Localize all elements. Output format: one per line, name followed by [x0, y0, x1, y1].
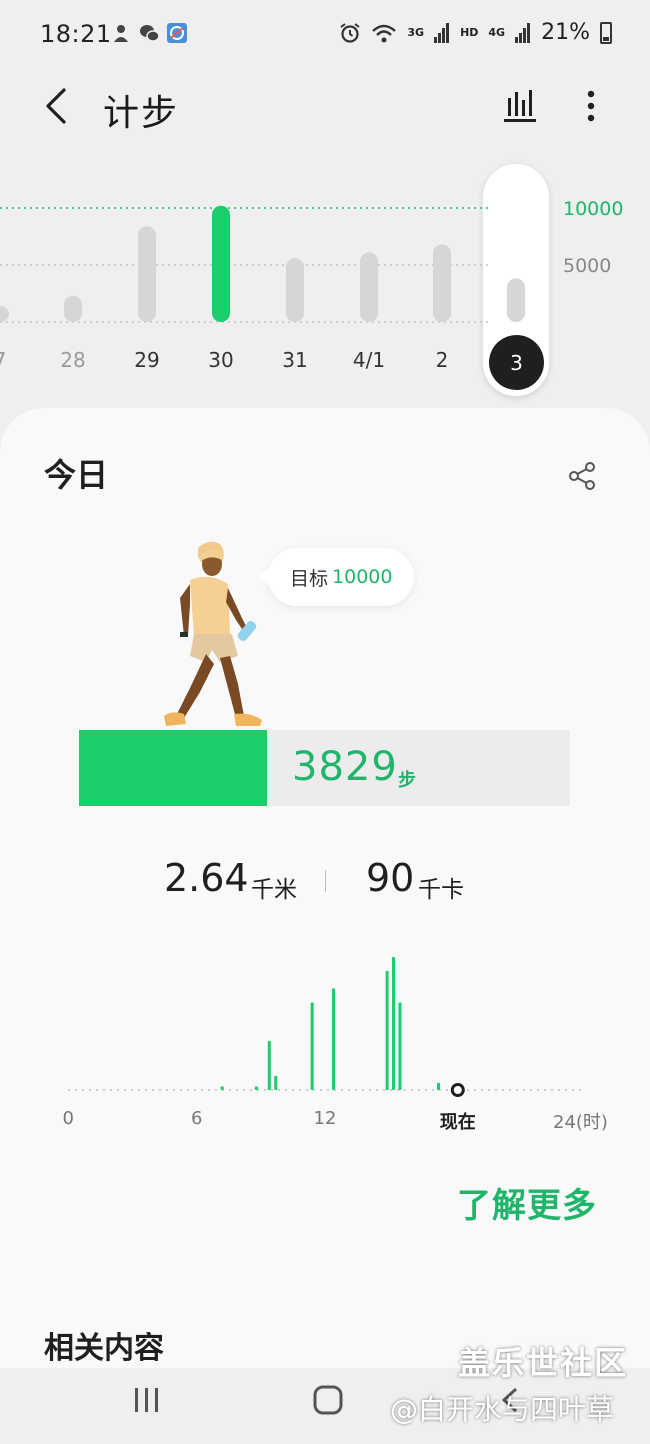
day-label-5[interactable]: 4/1	[339, 348, 399, 372]
selected-day-button[interactable]: 3	[489, 335, 544, 390]
goal-bubble: 目标 10000	[257, 548, 415, 606]
calories-value: 90	[366, 856, 415, 900]
today-stats: 2.64 千米 90 千卡	[0, 850, 650, 910]
week-bar-7	[507, 278, 525, 322]
status-bar: 18:21 3G HD 4G 21%	[0, 0, 650, 70]
hourly-bar-1	[254, 1086, 258, 1090]
alarm-icon	[340, 22, 360, 43]
goal-label: 目标	[290, 567, 329, 590]
day-label-6[interactable]: 2	[412, 348, 472, 372]
battery-percent: 21%	[541, 20, 590, 45]
watermark-community: 盖乐世社区	[458, 1344, 629, 1382]
hourly-bar-0	[220, 1086, 224, 1090]
wechat-icon	[140, 25, 160, 42]
page-title: 计步	[103, 93, 180, 134]
hourly-bar-9	[437, 1083, 441, 1090]
hour-label-2: 12	[313, 1108, 337, 1129]
goal-axis-label: 10000	[563, 198, 624, 220]
hour-label-4: 24(时)	[553, 1112, 608, 1133]
bar-chart-icon[interactable]	[500, 86, 540, 126]
hourly-bars	[68, 957, 582, 1097]
distance-value: 2.64	[164, 856, 249, 900]
status-right: 3G HD 4G 21%	[339, 20, 612, 45]
weekly-steps-chart: 10000 5000 7 28 29 30 31 4/1 2 3	[0, 160, 650, 410]
share-icon[interactable]	[566, 460, 598, 492]
battery-icon	[600, 21, 612, 44]
hourly-bar-4	[310, 1002, 314, 1090]
hour-label-1: 6	[191, 1108, 203, 1129]
now-marker	[450, 1083, 465, 1097]
home-icon[interactable]	[312, 1384, 344, 1416]
week-bar-5	[360, 252, 378, 322]
hourly-steps-chart: 0 6 12 现在 24(时)	[0, 938, 650, 1178]
day-label-1[interactable]: 28	[43, 348, 103, 372]
hourly-bar-3	[274, 1076, 278, 1090]
signal-icon	[434, 22, 450, 43]
watermark-author: @白开水与四叶草	[390, 1393, 615, 1426]
goal-value: 10000	[332, 566, 393, 588]
steps-unit: 步	[398, 770, 416, 791]
day-label-3[interactable]: 30	[191, 348, 251, 372]
weekly-bars	[0, 205, 525, 323]
hour-label-3: 现在	[439, 1112, 476, 1133]
today-card: 今日 目标 10000 3829 步 2.64 千米 90 千卡 0 6 12 现在 2…	[0, 408, 650, 1368]
hourly-bar-6	[385, 971, 389, 1090]
signal-icon-2	[515, 22, 531, 43]
stats-divider	[325, 870, 326, 892]
week-bar-4	[286, 258, 304, 322]
recent-apps-icon[interactable]	[132, 1386, 162, 1414]
calories-unit: 千卡	[418, 877, 464, 903]
steps-progress-fill	[79, 730, 267, 806]
app-notification-icon	[114, 25, 128, 42]
hour-label-0: 0	[62, 1108, 74, 1129]
learn-more-button[interactable]: 了解更多	[457, 1178, 597, 1227]
week-bar-6	[433, 244, 451, 322]
notification-icons	[110, 22, 188, 44]
back-arrow-icon[interactable]	[38, 84, 78, 128]
network-4g-label: 4G	[488, 26, 506, 39]
hourly-bar-7	[392, 957, 396, 1090]
day-label-0[interactable]: 7	[0, 348, 30, 372]
today-title: 今日	[44, 456, 109, 494]
hourly-bar-8	[398, 1002, 402, 1090]
related-content-title: 相关内容	[44, 1331, 164, 1366]
day-label-2[interactable]: 29	[117, 348, 177, 372]
more-options-icon[interactable]	[576, 86, 606, 126]
network-3g-label: 3G	[407, 26, 425, 39]
week-bar-1	[64, 295, 82, 322]
app-header: 计步	[0, 70, 650, 150]
wifi-icon	[372, 24, 397, 42]
hourly-bar-2	[267, 1041, 271, 1090]
week-bar-3	[212, 205, 230, 322]
day-label-4[interactable]: 31	[265, 348, 325, 372]
steps-count: 3829	[292, 744, 398, 790]
network-hd-label: HD	[460, 26, 479, 39]
status-time: 18:21	[40, 20, 112, 48]
week-bar-0	[0, 306, 9, 322]
week-bar-2	[138, 226, 156, 322]
mid-axis-label: 5000	[563, 255, 612, 277]
distance-unit: 千米	[251, 877, 297, 903]
hourly-bar-5	[332, 988, 336, 1090]
mobile-app-icon	[167, 23, 187, 43]
